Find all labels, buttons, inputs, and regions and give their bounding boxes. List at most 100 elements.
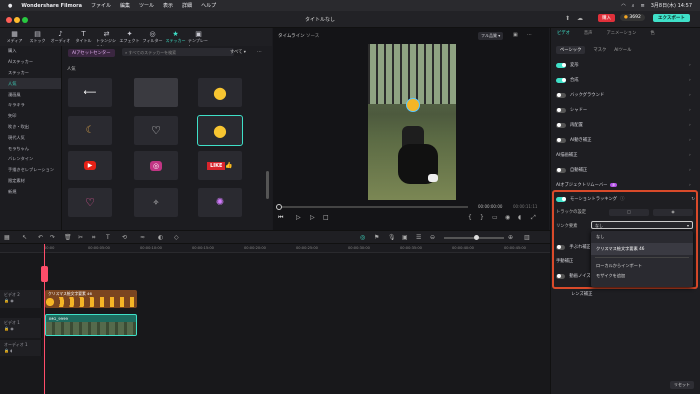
scrubber-handle[interactable] — [276, 203, 282, 210]
chevron-icon[interactable]: › — [689, 93, 695, 98]
tab-filters[interactable]: ◎ フィルター — [142, 28, 163, 46]
row-lens-correct[interactable]: レンズ補正 — [571, 291, 695, 297]
step-back-icon[interactable]: ⏮ — [278, 214, 283, 222]
zoom-slider-handle[interactable] — [474, 235, 479, 240]
video-clip[interactable]: IMG_9999 — [45, 314, 137, 336]
option-import-local[interactable]: ローカルからインポート — [591, 260, 693, 272]
menu-app-name[interactable]: Wondershare Filmora — [21, 3, 82, 9]
menu-advanced[interactable]: 詳細 — [182, 2, 192, 9]
menu-help[interactable]: ヘルプ — [201, 2, 216, 9]
tab-transitions[interactable]: ⇄トランジション — [96, 28, 117, 49]
ai-tool-icon[interactable]: ◎ — [360, 234, 365, 241]
sticker-fireworks[interactable]: ✺ — [198, 188, 242, 217]
row-background[interactable]: バックグラウンド › — [556, 92, 695, 98]
chevron-icon[interactable]: › — [689, 183, 695, 188]
sticker-sparkle-trail[interactable]: ✧ — [134, 188, 178, 217]
tab-video-props[interactable]: ビデオ — [557, 30, 570, 40]
row-reposition[interactable]: 再配置 › — [556, 122, 695, 128]
track-area-button[interactable]: □ — [609, 209, 649, 216]
nav-speech[interactable]: 吹き・吹出 — [0, 122, 61, 133]
quality-dropdown[interactable]: フル品質 ▾ — [478, 32, 504, 40]
nav-purchased[interactable]: 購入 — [0, 46, 61, 57]
tab-templates[interactable]: ▣テンプレート — [188, 28, 209, 49]
nav-new[interactable]: 新規 — [0, 186, 61, 197]
minimize-window-icon[interactable] — [14, 17, 20, 23]
row-ai-object-remover[interactable]: AIオブジェクトリムーバー β › — [556, 182, 695, 189]
credits-badge[interactable]: ● 3692 — [620, 14, 645, 21]
nav-hand-drawn[interactable]: 手描きセレブレーション — [0, 165, 61, 176]
menubar-date[interactable]: 3月8日(木) 14:57 — [651, 2, 692, 9]
audio-wave-icon[interactable]: ≈ — [140, 234, 145, 241]
sticker-clip[interactable]: クリスマス絵文字要素 46 — [45, 290, 137, 308]
snapshot-icon[interactable]: ▣ — [402, 234, 408, 241]
lock-icon[interactable]: 🔒 — [4, 326, 9, 331]
nav-popular[interactable]: 人気 — [0, 78, 61, 90]
stop-icon[interactable]: □ — [323, 214, 329, 221]
sticker-youtube[interactable]: ▶ — [68, 151, 112, 180]
track-header-audio1[interactable]: オーディオ 1 🔒 ◖ — [0, 340, 42, 356]
monitor-icon[interactable]: ▭ — [492, 214, 498, 221]
sticker-scrollbar[interactable] — [266, 171, 269, 199]
tab-stock[interactable]: ▤ ストック — [27, 28, 48, 46]
menu-edit[interactable]: 編集 — [120, 2, 130, 9]
upgrade-icon[interactable]: ⬆ — [565, 15, 570, 22]
link-element-select[interactable]: なし ▾ — [591, 221, 693, 229]
track-header-video1[interactable]: ビデオ 1 🔒 ◉ — [0, 318, 42, 338]
row-compositing[interactable]: 合成 › — [556, 77, 695, 83]
transform-toggle[interactable] — [556, 62, 566, 68]
row-transform[interactable]: 変形 › — [556, 62, 695, 68]
redo-icon[interactable]: ↷ — [50, 234, 55, 241]
denoise-toggle[interactable] — [556, 273, 566, 279]
undo-icon[interactable]: ↶ — [38, 234, 43, 241]
mixer-icon[interactable]: ☰ — [416, 234, 421, 241]
zoom-window-icon[interactable] — [22, 17, 28, 23]
chevron-icon[interactable]: › — [689, 153, 695, 158]
track-header-video2[interactable]: ビデオ 2 🔒 ◉ — [0, 290, 42, 308]
more-icon[interactable]: ⋯ — [527, 32, 532, 38]
nav-sparkle[interactable]: キラキラ — [0, 100, 61, 111]
buy-button[interactable]: 購入 — [598, 14, 615, 22]
export-button[interactable]: エクスポート — [653, 14, 690, 22]
nav-ai-sticker[interactable]: AIステッカー — [0, 57, 61, 68]
row-motion-tracking[interactable]: モーショントラッキング ⓘ ↻ — [556, 196, 695, 202]
chevron-icon[interactable]: › — [689, 78, 695, 83]
project-title[interactable]: タイトルなし — [305, 16, 335, 23]
reposition-toggle[interactable] — [556, 122, 566, 128]
layout-icon[interactable]: ▥ — [524, 234, 530, 241]
control-center-icon[interactable]: ≡ — [641, 3, 645, 9]
mark-out-icon[interactable]: } — [480, 214, 484, 221]
close-window-icon[interactable] — [6, 17, 12, 23]
row-denoise[interactable]: 動画ノイズ除去 — [556, 273, 590, 279]
sticker-like[interactable]: LIKE 👍 — [198, 151, 242, 180]
zoom-in-icon[interactable]: ⊕ — [508, 234, 513, 241]
ai-motion-toggle[interactable] — [556, 137, 566, 143]
sticker-texture[interactable] — [134, 78, 178, 107]
eye-icon[interactable]: ◉ — [10, 326, 14, 331]
menu-view[interactable]: 表示 — [163, 2, 173, 9]
track-start-button[interactable]: ◉ — [653, 209, 693, 216]
row-manual-correct[interactable]: 手動補正 — [556, 258, 590, 264]
nav-stickers[interactable]: ステッカー — [0, 68, 61, 79]
snapshot-icon[interactable]: ▣ — [513, 32, 518, 38]
subtab-mask[interactable]: マスク — [593, 46, 606, 54]
nav-valentine[interactable]: バレンタイン — [0, 154, 61, 165]
heart-eyes-sticker-overlay[interactable] — [406, 98, 420, 112]
play-icon[interactable]: ▷ — [310, 214, 315, 221]
speed-icon[interactable]: ⟲ — [122, 234, 127, 241]
grid-icon[interactable]: ▦ — [4, 234, 10, 241]
sticker-heart-eyes-emoji[interactable]: ● — [197, 115, 243, 146]
chevron-icon[interactable]: › — [689, 168, 695, 173]
sticker-laughing-emoji[interactable]: ● — [198, 78, 242, 107]
zoom-out-icon[interactable]: ⊖ — [430, 234, 435, 241]
nav-modern[interactable]: 現代人気 — [0, 132, 61, 143]
tab-color-props[interactable]: 色 — [650, 30, 654, 40]
nav-arrows[interactable]: 矢印 — [0, 111, 61, 122]
tab-effects[interactable]: ✦ エフェクト — [119, 28, 140, 46]
tab-animation-props[interactable]: アニメーション — [606, 30, 636, 40]
fullscreen-icon[interactable]: ⤢ — [531, 214, 536, 222]
delete-icon[interactable]: 🗑 — [64, 234, 72, 241]
nav-manga[interactable]: 漫画風 — [0, 89, 61, 100]
volume-icon[interactable]: ◖ — [518, 214, 521, 221]
ai-asset-center-button[interactable]: AIアセットセンター — [68, 49, 115, 57]
crop-icon[interactable]: ⌗ — [92, 234, 95, 242]
